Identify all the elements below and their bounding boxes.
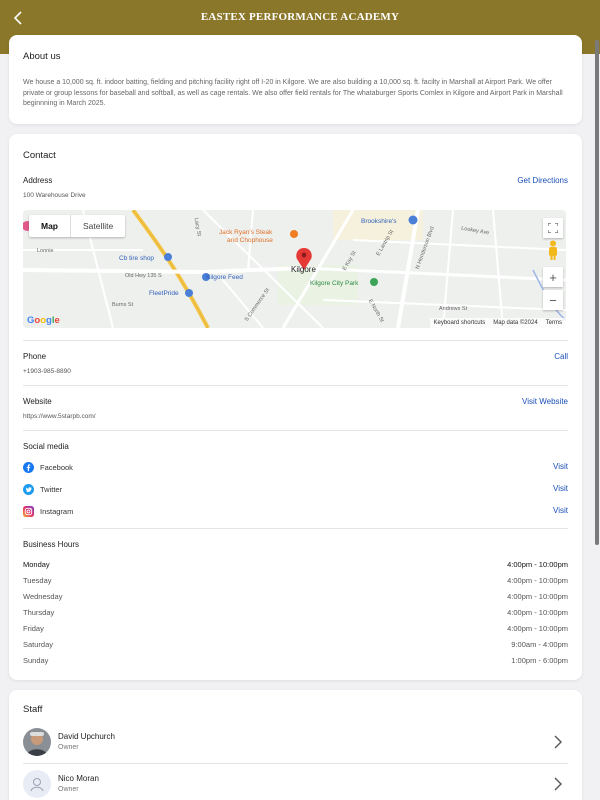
facebook-visit-link[interactable]: Visit <box>553 462 568 471</box>
about-title: About us <box>23 51 61 62</box>
hours-time: 4:00pm - 10:00pm <box>507 608 568 617</box>
map-label-kilgore: Kilgore <box>291 265 316 274</box>
map-label-andrews: Andrews St <box>439 306 468 312</box>
hours-time: 9:00am - 4:00pm <box>511 640 568 649</box>
business-hours-label: Business Hours <box>23 540 80 549</box>
twitter-icon <box>23 484 34 495</box>
contact-card: Contact Address 100 Warehouse Drive Get … <box>9 134 582 680</box>
hours-time: 4:00pm - 10:00pm <box>507 560 568 569</box>
google-logo: Google <box>27 315 60 326</box>
hours-time: 1:00pm - 6:00pm <box>511 656 568 665</box>
map-label-cb-tire: Cb tire shop <box>119 255 155 262</box>
phone-value: +1903-985-8890 <box>23 368 71 375</box>
staff-row[interactable]: Nico Moran Owner <box>23 770 568 800</box>
pegman-button[interactable] <box>544 240 562 260</box>
map-label-city-park: Kilgore City Park <box>310 280 359 287</box>
address-value: 100 Warehouse Drive <box>23 192 86 199</box>
divider <box>23 528 568 529</box>
social-media-label: Social media <box>23 442 69 451</box>
map-type-toggle: Map Satellite <box>29 215 126 237</box>
fullscreen-icon <box>548 223 558 233</box>
hours-row-sunday: Sunday 1:00pm - 6:00pm <box>23 656 568 668</box>
hours-day: Thursday <box>23 608 55 617</box>
hours-time: 4:00pm - 10:00pm <box>507 576 568 585</box>
page-title: EASTEX PERFORMANCE ACADEMY <box>200 11 400 23</box>
staff-name: David Upchurch <box>58 732 115 741</box>
website-label: Website <box>23 397 52 406</box>
social-name: Instagram <box>40 507 74 516</box>
twitter-visit-link[interactable]: Visit <box>553 484 568 493</box>
staff-name: Nico Moran <box>58 774 99 783</box>
social-row-twitter: Twitter Visit <box>23 484 568 498</box>
map-label-jack-ryans: Jack Ryan's Steak <box>219 229 273 236</box>
website-value: https://www.5starpb.com/ <box>23 413 96 420</box>
user-placeholder-icon <box>30 778 44 792</box>
get-directions-link[interactable]: Get Directions <box>517 176 568 185</box>
call-link[interactable]: Call <box>554 352 568 361</box>
avatar <box>23 728 51 756</box>
map-label-fleetpride: FleetPride <box>149 290 179 297</box>
staff-photo-icon <box>23 728 51 756</box>
map-label-kilgore-feed: Kilgore Feed <box>206 274 243 281</box>
instagram-icon <box>23 506 34 517</box>
map-label-lonnie: Lonnie <box>37 248 54 254</box>
hours-day: Sunday <box>23 656 49 665</box>
staff-title: Staff <box>23 704 43 715</box>
instagram-visit-link[interactable]: Visit <box>553 506 568 515</box>
about-card: About us We house a 10,000 sq. ft. indoo… <box>9 35 582 124</box>
map-fullscreen-button[interactable] <box>543 218 563 238</box>
divider <box>23 430 568 431</box>
hours-row-friday: Friday 4:00pm - 10:00pm <box>23 624 568 636</box>
hours-time: 4:00pm - 10:00pm <box>507 592 568 601</box>
about-text: We house a 10,000 sq. ft. indoor batting… <box>23 79 563 107</box>
social-row-facebook: Facebook Visit <box>23 462 568 476</box>
contact-title: Contact <box>23 150 56 161</box>
terms-link[interactable]: Terms <box>546 320 562 326</box>
staff-row[interactable]: David Upchurch Owner <box>23 728 568 760</box>
hours-day: Friday <box>23 624 44 633</box>
pegman-icon <box>549 240 557 260</box>
map-toggle-satellite[interactable]: Satellite <box>70 215 125 237</box>
social-name: Twitter <box>40 485 63 494</box>
map[interactable]: Map Satellite Jack Ryan's Steak and Chop… <box>23 210 566 328</box>
social-row-instagram: Instagram Visit <box>23 506 568 520</box>
divider <box>23 340 568 341</box>
hours-day: Tuesday <box>23 576 52 585</box>
zoom-in-button[interactable]: + <box>543 267 563 287</box>
hours-time: 4:00pm - 10:00pm <box>507 624 568 633</box>
hours-day: Saturday <box>23 640 54 649</box>
map-label-burns: Burns St <box>112 302 134 308</box>
visit-website-link[interactable]: Visit Website <box>522 397 568 406</box>
map-label-old-hwy: Old Hwy 135 S <box>125 273 162 279</box>
hours-row-thursday: Thursday 4:00pm - 10:00pm <box>23 608 568 620</box>
scrollbar[interactable] <box>595 40 599 545</box>
phone-label: Phone <box>23 352 47 361</box>
divider <box>23 385 568 386</box>
chevron-right-icon <box>554 735 562 749</box>
hours-day: Wednesday <box>23 592 63 601</box>
map-footer: Keyboard shortcuts Map data ©2024 Terms <box>429 318 566 328</box>
map-toggle-map[interactable]: Map <box>29 215 70 237</box>
chevron-right-icon <box>554 777 562 791</box>
zoom-out-button[interactable]: − <box>543 290 563 310</box>
staff-role: Owner <box>58 744 79 751</box>
map-label-jack-ryans-2: and Chophouse <box>227 237 273 244</box>
divider <box>23 763 568 764</box>
staff-role: Owner <box>58 786 79 793</box>
map-label-brookshires: Brookshire's <box>361 218 397 225</box>
hours-day: Monday <box>23 560 50 569</box>
keyboard-shortcuts-link[interactable]: Keyboard shortcuts <box>434 320 486 326</box>
hours-row-saturday: Saturday 9:00am - 4:00pm <box>23 640 568 652</box>
address-label: Address <box>23 176 53 185</box>
hours-row-monday: Monday 4:00pm - 10:00pm <box>23 560 568 572</box>
hours-row-tuesday: Tuesday 4:00pm - 10:00pm <box>23 576 568 588</box>
social-name: Facebook <box>40 463 73 472</box>
avatar <box>23 770 51 798</box>
map-data-text: Map data ©2024 <box>493 320 538 326</box>
hours-row-wednesday: Wednesday 4:00pm - 10:00pm <box>23 592 568 604</box>
staff-card: Staff David Upchurch Owner Nico Moran Ow… <box>9 690 582 800</box>
facebook-icon <box>23 462 34 473</box>
